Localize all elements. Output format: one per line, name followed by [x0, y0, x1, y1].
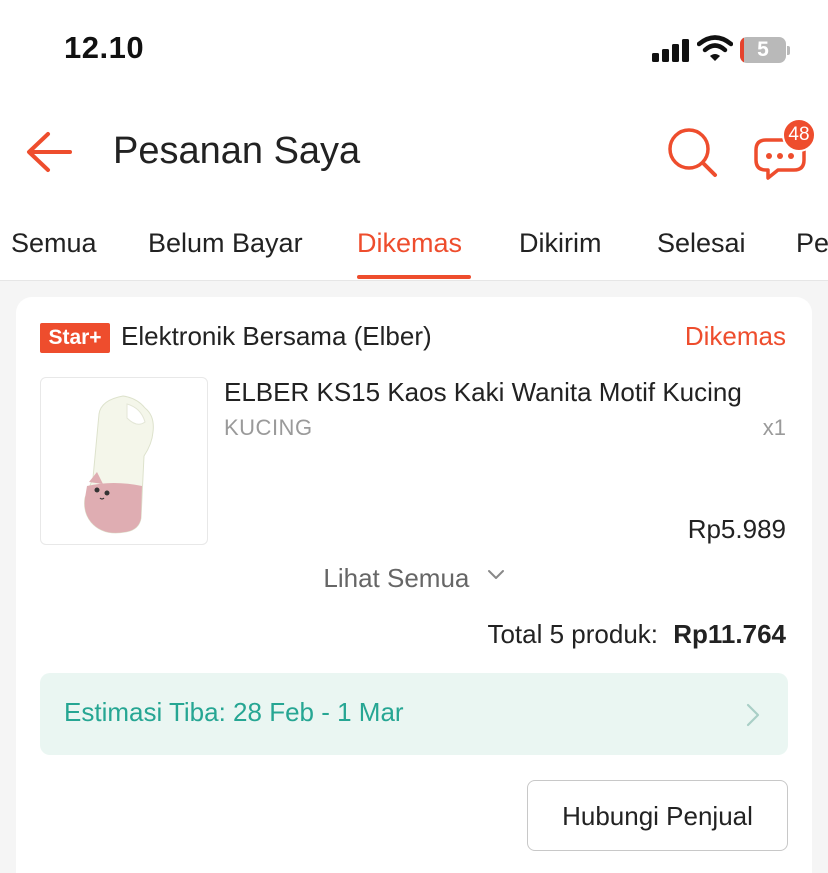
estimated-arrival-banner[interactable]: Estimasi Tiba: 28 Feb - 1 Mar: [40, 673, 788, 755]
product-name[interactable]: ELBER KS15 Kaos Kaki Wanita Motif Kucing: [224, 377, 790, 408]
tab-semua[interactable]: Semua: [11, 228, 97, 259]
chevron-down-icon: [487, 570, 504, 579]
order-total: Total 5 produk: Rp11.764: [487, 619, 786, 650]
product-quantity: x1: [762, 415, 786, 440]
see-all-button[interactable]: Lihat Semua: [16, 563, 812, 594]
sock-image-icon: [84, 395, 154, 534]
signal-icon: [652, 38, 690, 62]
tab-belum-bayar[interactable]: Belum Bayar: [148, 228, 303, 259]
battery-level: 5: [757, 38, 769, 61]
chevron-right-icon: [746, 703, 760, 727]
tab-pe[interactable]: Pe: [796, 228, 828, 259]
tab-dikirim[interactable]: Dikirim: [519, 228, 601, 259]
status-bar: 12.10 5: [0, 0, 828, 100]
battery-icon: 5: [740, 37, 790, 63]
total-amount: Rp11.764: [673, 619, 786, 649]
status-time: 12.10: [64, 30, 145, 65]
tab-dikemas[interactable]: Dikemas: [357, 228, 462, 259]
product-image[interactable]: [40, 377, 208, 545]
shop-name[interactable]: Elektronik Bersama (Elber): [121, 321, 432, 352]
tab-selesai[interactable]: Selesai: [657, 228, 746, 259]
see-all-label: Lihat Semua: [323, 563, 470, 593]
order-card[interactable]: Star+ Elektronik Bersama (Elber) Dikemas…: [16, 297, 812, 873]
chat-badge: 48: [782, 118, 816, 152]
order-status: Dikemas: [684, 321, 786, 351]
back-arrow-icon[interactable]: [24, 130, 74, 174]
contact-seller-button[interactable]: Hubungi Penjual: [527, 780, 788, 851]
estimated-arrival-text: Estimasi Tiba: 28 Feb - 1 Mar: [64, 697, 404, 727]
product-variant: KUCING: [224, 415, 313, 440]
search-icon[interactable]: [666, 126, 718, 178]
order-tabs: Semua Belum Bayar Dikemas Dikirim Selesa…: [0, 210, 828, 281]
wifi-icon: [697, 35, 733, 61]
active-tab-indicator: [357, 275, 471, 279]
header: Pesanan Saya: [0, 100, 828, 210]
page-title: Pesanan Saya: [113, 130, 361, 172]
star-plus-badge: Star+: [40, 323, 110, 353]
product-price: Rp5.989: [687, 514, 786, 544]
total-label: Total 5 produk:: [487, 619, 659, 649]
